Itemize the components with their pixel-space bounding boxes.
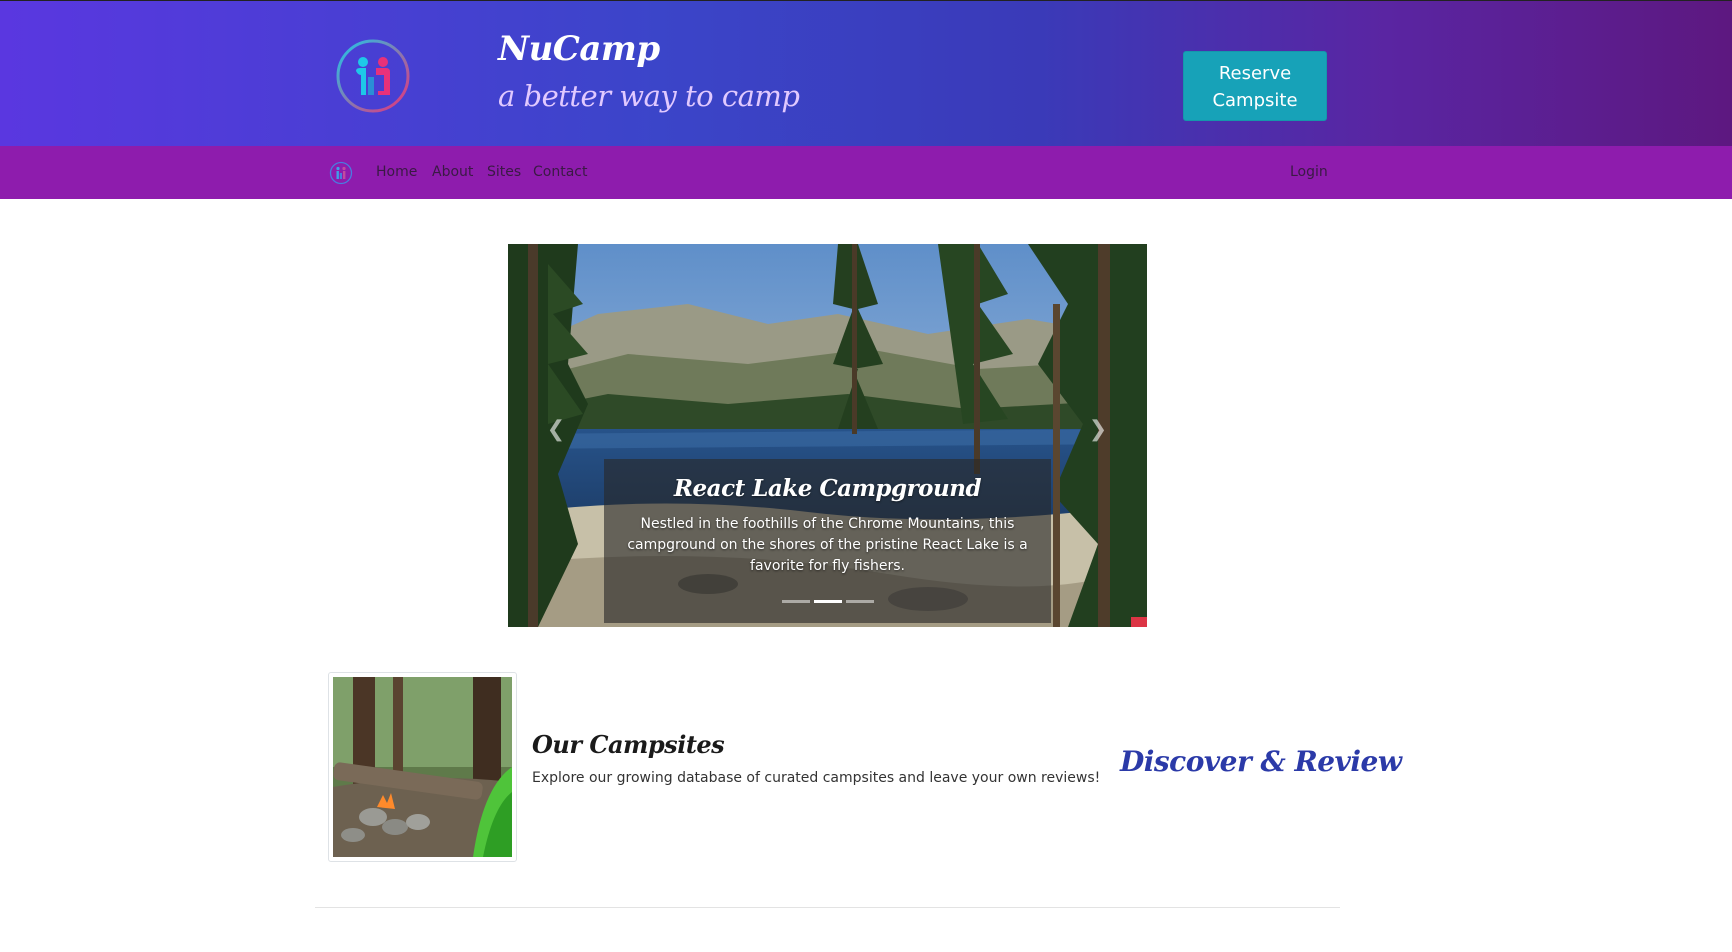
campsites-heading: Our Campsites: [532, 730, 725, 759]
campsites-thumbnail: [328, 672, 517, 862]
carousel-indicator-active[interactable]: [814, 600, 842, 603]
carousel-next-button[interactable]: ❯: [1086, 418, 1110, 442]
nav-item-contact[interactable]: Contact: [533, 164, 587, 180]
status-badge: [1131, 617, 1147, 627]
nav-item-about[interactable]: About: [432, 164, 473, 180]
carousel-prev-button[interactable]: ❮: [544, 418, 568, 442]
carousel-indicator[interactable]: [782, 600, 810, 603]
brand-tagline: a better way to camp: [498, 79, 800, 113]
nucamp-logo-icon[interactable]: [334, 37, 412, 115]
brand-title: NuCamp: [498, 29, 660, 69]
campground-carousel[interactable]: ❮ ❯ React Lake Campground Nestled in the…: [508, 244, 1147, 627]
reserve-campsite-button[interactable]: Reserve Campsite: [1183, 51, 1327, 121]
campsites-description: Explore our growing database of curated …: [532, 770, 1101, 786]
nav-item-login[interactable]: Login: [1290, 164, 1328, 180]
carousel-caption-title: React Lake Campground: [673, 475, 982, 502]
discover-review-tagline: Discover & Review: [1120, 745, 1402, 778]
nucamp-small-logo-icon[interactable]: [329, 161, 353, 185]
chevron-left-icon: ❮: [546, 417, 566, 442]
campsite-photo: [333, 677, 512, 857]
reserve-button-label-line2: Campsite: [1212, 90, 1298, 111]
carousel-indicator[interactable]: [846, 600, 874, 603]
nav-item-home[interactable]: Home: [376, 164, 417, 180]
nav-item-sites[interactable]: Sites: [487, 164, 521, 180]
site-header: NuCamp a better way to camp Reserve Camp…: [0, 0, 1732, 146]
section-divider: [315, 907, 1340, 908]
carousel-caption-text: Nestled in the foothills of the Chrome M…: [627, 516, 1028, 574]
carousel-caption: React Lake Campground Nestled in the foo…: [604, 459, 1051, 623]
reserve-button-label-line1: Reserve: [1218, 63, 1292, 84]
main-navbar: Home About Sites Contact Login: [0, 146, 1732, 199]
chevron-right-icon: ❯: [1088, 417, 1108, 442]
